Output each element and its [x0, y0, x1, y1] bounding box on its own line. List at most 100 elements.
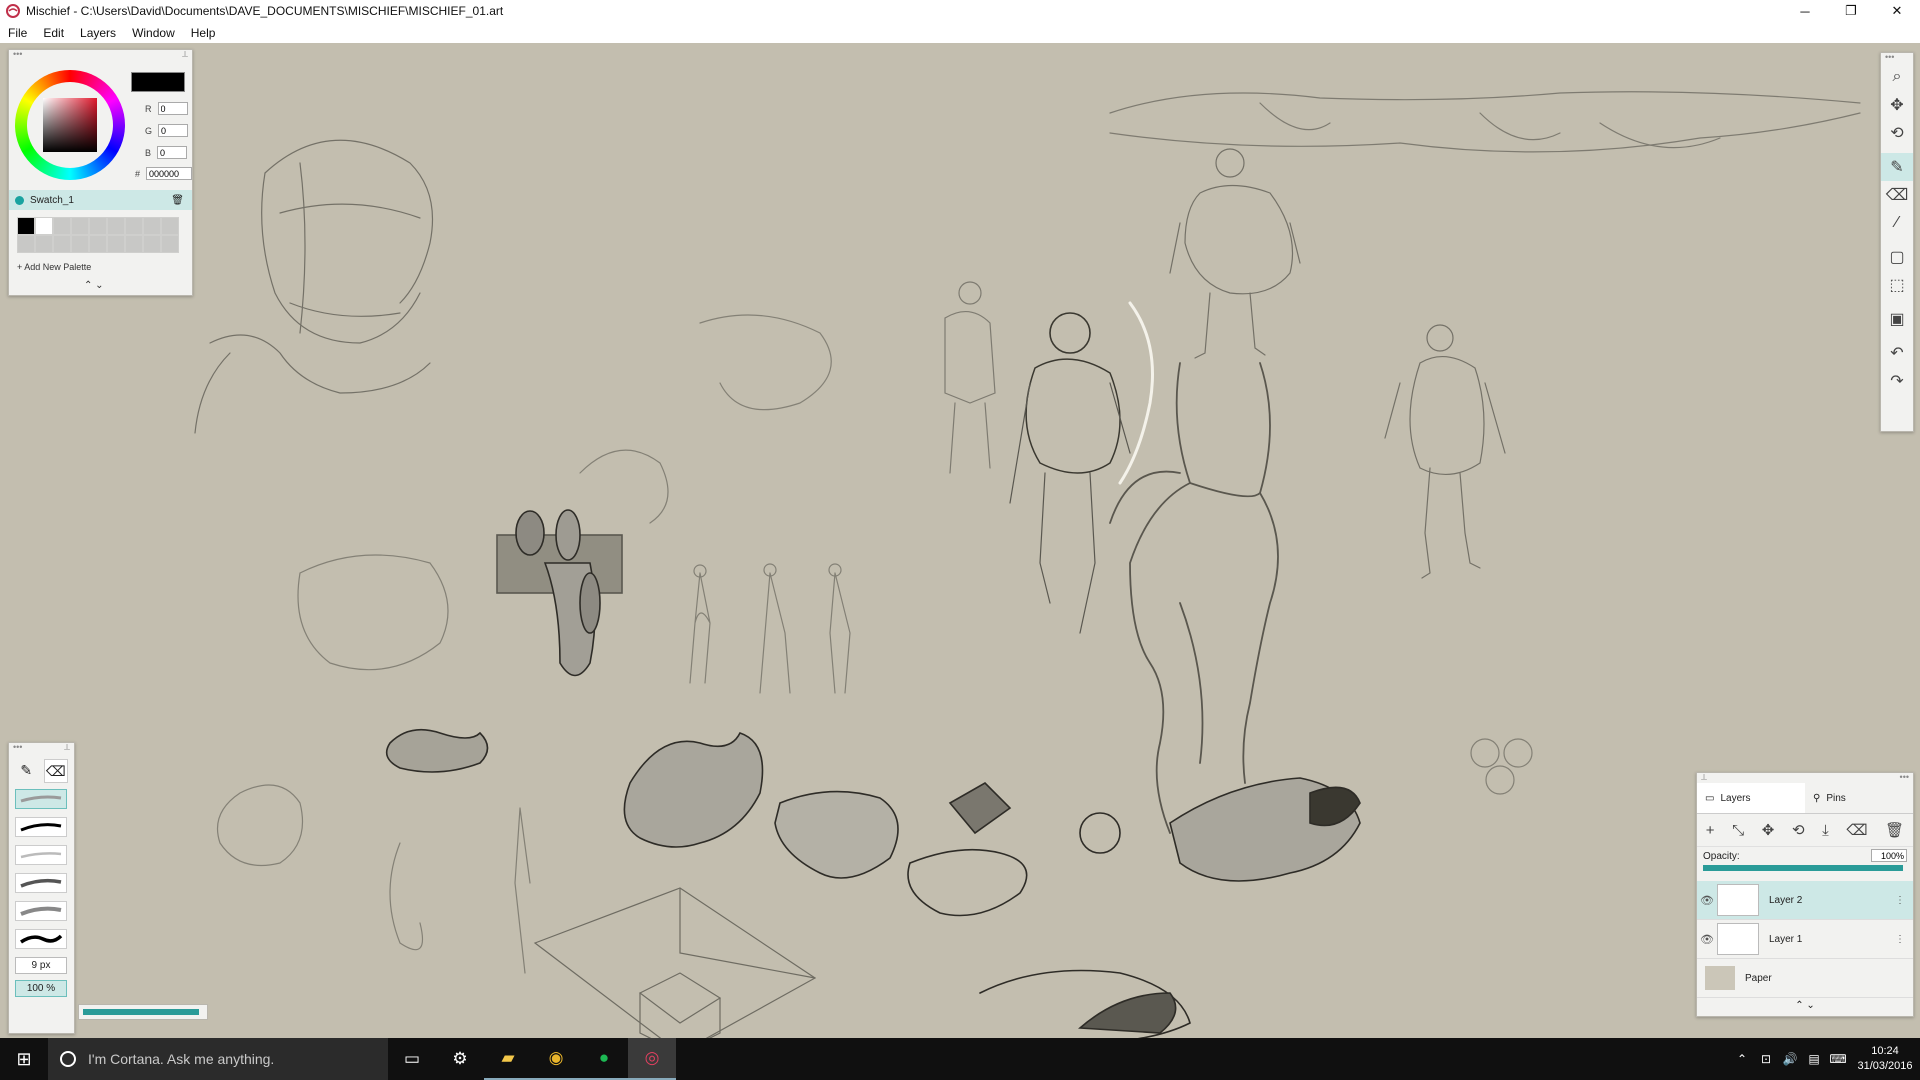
canvas-frame-icon[interactable]: ▢	[1881, 243, 1913, 271]
pan-icon[interactable]: ✥	[1881, 91, 1913, 119]
brush-preset-2[interactable]	[15, 817, 67, 837]
drawing-canvas[interactable]	[0, 43, 1920, 1038]
mischief-taskbar-button[interactable]: ◎	[628, 1038, 676, 1080]
swatch-empty[interactable]	[107, 235, 125, 253]
brush-preset-5[interactable]	[15, 901, 67, 921]
spotify-taskbar-button[interactable]: ●	[580, 1038, 628, 1080]
paper-row[interactable]: Paper	[1697, 959, 1913, 998]
color-wheel[interactable]	[15, 70, 125, 180]
swatch-empty[interactable]	[71, 235, 89, 253]
swatch-black[interactable]	[17, 217, 35, 235]
menu-help[interactable]: Help	[183, 26, 224, 40]
saturation-square[interactable]	[43, 98, 97, 152]
chevron-up-icon[interactable]: ⌃	[1730, 1052, 1754, 1066]
b-input[interactable]	[157, 146, 188, 159]
clock[interactable]: 10:24 31/03/2016	[1850, 1044, 1920, 1074]
swatch-empty[interactable]	[53, 235, 71, 253]
layer-opacity-input[interactable]	[1871, 849, 1907, 862]
network-icon[interactable]: ⊡	[1754, 1052, 1778, 1066]
brush-panel-grip[interactable]: ••• ⟂	[9, 743, 74, 753]
undo-icon[interactable]: ↶	[1881, 339, 1913, 367]
pin-icon[interactable]: ⟂	[182, 50, 188, 60]
brush-opacity-field[interactable]: 100 %	[15, 980, 67, 997]
swatch-empty[interactable]	[107, 217, 125, 235]
layer-row[interactable]: 👁 Layer 2 ⋮	[1697, 881, 1913, 920]
swatch-empty[interactable]	[143, 235, 161, 253]
image-icon[interactable]: ▣	[1881, 305, 1913, 333]
swatch-header[interactable]: Swatch_1 🗑	[9, 190, 192, 210]
add-new-palette-button[interactable]: + Add New Palette	[17, 262, 91, 272]
swatch-empty[interactable]	[35, 235, 53, 253]
color-panel-grip[interactable]: ••• ⟂	[9, 50, 192, 60]
brush-preset-4[interactable]	[15, 873, 67, 893]
r-input[interactable]	[157, 102, 188, 115]
eye-icon[interactable]: 👁	[1697, 933, 1717, 946]
add-layer-icon[interactable]: +	[1706, 822, 1715, 839]
swatch-empty[interactable]	[53, 217, 71, 235]
delete-layer-icon[interactable]: 🗑	[1885, 821, 1904, 839]
zoom-icon[interactable]: ⌕	[1881, 63, 1913, 91]
eraser-tool-icon[interactable]: ⌫	[1881, 181, 1913, 209]
menu-edit[interactable]: Edit	[35, 26, 72, 40]
transform-icon[interactable]: ⤡	[1732, 822, 1744, 839]
cortana-search[interactable]: I'm Cortana. Ask me anything.	[48, 1038, 388, 1080]
redo-icon[interactable]: ↷	[1881, 367, 1913, 395]
current-color-swatch[interactable]	[131, 72, 185, 92]
brush-opacity-slider[interactable]	[78, 1004, 208, 1020]
rotate-icon[interactable]: ⟲	[1881, 119, 1913, 147]
layers-panel-grip[interactable]: ⟂ •••	[1697, 773, 1913, 783]
brush-size-field[interactable]: 9 px	[15, 957, 67, 974]
brush-tool-icon[interactable]: ✎	[1881, 153, 1913, 181]
eraser-icon[interactable]: ⌫	[43, 759, 68, 783]
swatch-empty[interactable]	[125, 217, 143, 235]
notification-icon[interactable]: ▤	[1802, 1052, 1826, 1066]
tab-pins[interactable]: ⚲ Pins	[1805, 783, 1913, 813]
restore-button[interactable]: ❐	[1828, 0, 1874, 22]
eye-icon[interactable]: 👁	[1697, 894, 1717, 907]
eyedropper-icon[interactable]: ⁄	[1881, 209, 1913, 237]
minimize-button[interactable]: ─	[1782, 0, 1828, 22]
hex-input[interactable]	[146, 167, 193, 180]
tab-layers[interactable]: ▭ Layers	[1697, 783, 1805, 813]
move-layer-icon[interactable]: ✥	[1762, 821, 1775, 839]
close-button[interactable]: ✕	[1874, 0, 1920, 22]
rotate-layer-icon[interactable]: ⟲	[1792, 821, 1805, 839]
layer-row[interactable]: 👁 Layer 1 ⋮	[1697, 920, 1913, 959]
g-input[interactable]	[158, 124, 189, 137]
menu-window[interactable]: Window	[124, 26, 183, 40]
pin-icon[interactable]: ⟂	[64, 743, 70, 753]
chrome-taskbar-button[interactable]: ◉	[532, 1038, 580, 1080]
swatch-empty[interactable]	[89, 235, 107, 253]
swatch-white[interactable]	[35, 217, 53, 235]
swatch-empty[interactable]	[161, 217, 179, 235]
keyboard-icon[interactable]: ⌨	[1826, 1052, 1850, 1066]
swatch-empty[interactable]	[71, 217, 89, 235]
swatch-empty[interactable]	[161, 235, 179, 253]
layers-scroll-arrows[interactable]: ⌃ ⌄	[1697, 998, 1913, 1011]
task-view-button[interactable]: ▭	[388, 1038, 436, 1080]
layer-actions: + ⤡ ✥ ⟲ ⤓ ⌫ 🗑	[1697, 814, 1913, 847]
swatch-empty[interactable]	[125, 235, 143, 253]
layer-opacity-slider[interactable]	[1703, 865, 1903, 871]
menu-file[interactable]: File	[0, 26, 35, 40]
clear-layer-icon[interactable]: ⌫	[1846, 821, 1867, 839]
toolbar-grip[interactable]: •••	[1881, 53, 1913, 63]
layer-menu-icon[interactable]: ⋮	[1895, 934, 1905, 945]
brush-preset-3[interactable]	[15, 845, 67, 865]
swatch-empty[interactable]	[143, 217, 161, 235]
palette-scroll-arrows[interactable]: ⌃ ⌄	[84, 280, 104, 291]
selection-icon[interactable]: ⬚	[1881, 271, 1913, 299]
brush-icon[interactable]: ✎	[15, 759, 38, 781]
file-explorer-taskbar-button[interactable]: ▰	[484, 1038, 532, 1080]
volume-icon[interactable]: 🔊	[1778, 1052, 1802, 1066]
start-button[interactable]: ⊞	[0, 1038, 48, 1080]
settings-taskbar-button[interactable]: ⚙	[436, 1038, 484, 1080]
merge-down-icon[interactable]: ⤓	[1822, 822, 1829, 839]
swatch-empty[interactable]	[89, 217, 107, 235]
trash-icon[interactable]: 🗑	[171, 195, 184, 206]
swatch-empty[interactable]	[17, 235, 35, 253]
brush-preset-6[interactable]	[15, 929, 67, 949]
menu-layers[interactable]: Layers	[72, 26, 124, 40]
layer-menu-icon[interactable]: ⋮	[1895, 895, 1905, 906]
brush-preset-1[interactable]	[15, 789, 67, 809]
